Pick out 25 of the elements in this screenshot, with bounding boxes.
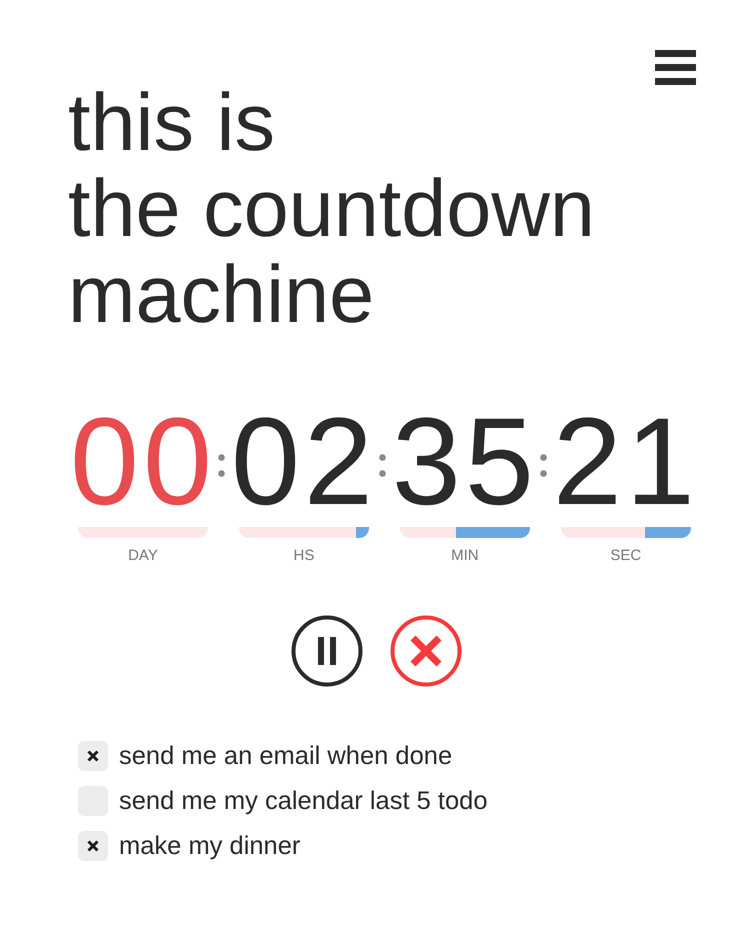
close-icon xyxy=(390,615,462,687)
option-label: send me an email when done xyxy=(119,741,452,771)
unit-label: MIN xyxy=(451,547,479,565)
countdown-digits: 02 xyxy=(230,400,377,524)
option-label: make my dinner xyxy=(119,831,300,861)
option-label: send me my calendar last 5 todo xyxy=(119,786,488,816)
pause-icon xyxy=(290,615,362,687)
x-mark-icon xyxy=(87,750,99,762)
page-title: this is the countdown machine xyxy=(68,80,595,338)
colon-separator-icon xyxy=(540,454,547,477)
unit-label: DAY xyxy=(128,547,158,565)
colon-separator-icon xyxy=(378,454,386,477)
checkbox[interactable] xyxy=(78,741,108,771)
checkbox[interactable] xyxy=(78,831,108,861)
countdown-digits: 21 xyxy=(552,400,699,524)
x-mark-icon xyxy=(87,840,99,852)
menu-button[interactable] xyxy=(655,50,696,85)
menu-icon xyxy=(655,50,696,85)
unit-label: HS xyxy=(293,547,314,565)
colon-separator-icon xyxy=(218,454,225,477)
pause-button[interactable] xyxy=(290,615,362,687)
cancel-button[interactable] xyxy=(390,615,462,687)
unit-label: SEC xyxy=(610,547,642,565)
countdown-digits: 00 xyxy=(70,400,216,524)
countdown-digits: 35 xyxy=(392,400,538,524)
